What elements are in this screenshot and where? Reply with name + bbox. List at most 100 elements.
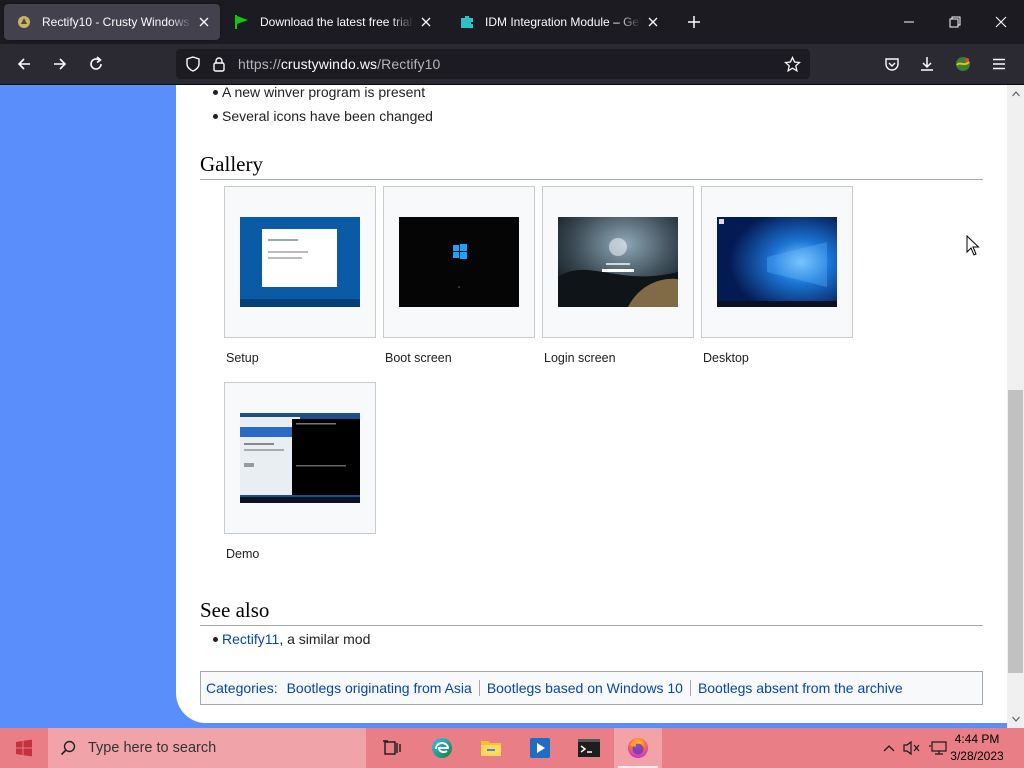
category-link[interactable]: Bootlegs absent from the archive [698,680,903,696]
pocket-icon [885,58,899,71]
navigation-toolbar: https://crustywindo.ws/Rectify10 [0,44,1024,85]
close-tab-icon[interactable] [194,12,214,32]
file-explorer-taskbar-button[interactable] [467,728,515,768]
see-also-heading: See also [200,597,983,626]
download-icon [921,57,933,71]
scroll-up-arrow-icon[interactable] [1007,87,1024,101]
extension-globe-icon [956,57,970,71]
minimize-icon [904,21,914,23]
edge-browser-icon [432,738,452,758]
mouse-pointer-icon [966,235,980,256]
terminal-icon [578,739,600,757]
setup-screenshot-thumbnail[interactable] [240,217,360,307]
category-links-box: Categories: Bootlegs originating from As… [200,671,983,705]
plus-icon [688,16,700,28]
desktop-thumbnail[interactable] [717,217,837,307]
gallery-caption: Setup [226,351,259,365]
edge-taskbar-button[interactable] [418,728,466,768]
puzzle-extension-favicon-icon [459,14,475,30]
scroll-down-arrow-icon[interactable] [1007,712,1024,726]
tracking-protection-shield-icon[interactable] [180,49,206,79]
tab-idm-integration[interactable]: IDM Integration Module – Get this Extens… [447,4,669,40]
task-view-button[interactable] [368,728,416,768]
minimize-button[interactable] [886,0,932,44]
extension-button[interactable] [948,50,978,78]
list-item: Several icons have been changed [211,107,433,131]
start-button[interactable] [0,728,48,768]
gallery-heading: Gallery [200,151,983,180]
gallery-item-setup[interactable] [224,186,376,338]
back-button[interactable] [9,50,39,78]
lock-icon[interactable] [206,49,232,79]
firefox-taskbar-button[interactable] [614,728,662,768]
clock-time: 4:44 PM [954,732,1000,746]
close-tab-icon[interactable] [416,12,436,32]
terminal-taskbar-button[interactable] [565,728,613,768]
gallery-caption: Login screen [544,351,616,365]
firefox-icon [628,738,648,758]
login-screen-thumbnail[interactable] [558,217,678,307]
category-link[interactable]: Bootlegs originating from Asia [287,680,472,696]
close-tab-icon[interactable] [643,12,663,32]
tab-strip: Rectify10 - Crusty Windows Wiki Download… [0,0,1024,44]
close-window-button[interactable] [978,0,1024,44]
gallery-caption: Demo [226,547,260,561]
task-view-icon [383,740,401,755]
search-placeholder: Type here to search [88,740,217,756]
windows-logo-icon [16,739,32,757]
show-hidden-icons-button[interactable] [878,728,900,768]
media-player-taskbar-button[interactable] [516,728,564,768]
clock-date: 3/28/2023 [950,749,1004,763]
scrollbar-thumb[interactable] [1008,390,1023,673]
gallery-caption: Boot screen [385,351,452,365]
url-bar[interactable]: https://crustywindo.ws/Rectify10 [176,49,810,79]
new-tab-button[interactable] [682,10,706,34]
back-arrow-icon [17,58,30,70]
taskbar-search-box[interactable]: Type here to search [48,728,366,768]
tab-title: IDM Integration Module – Get this Extens… [485,15,641,29]
gallery-item-desktop[interactable] [701,186,853,338]
reload-icon [90,56,102,70]
list-item: A new winver program is present [211,85,433,107]
see-also-list: Rectify11, a similar mod [211,630,370,654]
tab-download-trial[interactable]: Download the latest free trial version [222,4,442,40]
gallery-item-demo[interactable] [224,382,376,534]
boot-screen-thumbnail[interactable] [399,217,519,307]
chevron-up-icon [883,745,895,752]
tab-rectify10[interactable]: Rectify10 - Crusty Windows Wiki [4,4,220,40]
pocket-button[interactable] [877,50,907,78]
volume-button[interactable] [900,728,924,768]
categories-label-link[interactable]: Categories: [206,680,278,696]
vertical-scrollbar[interactable] [1007,85,1024,728]
divider [478,680,480,696]
divider [689,680,691,696]
demo-thumbnail[interactable] [240,413,360,503]
gallery-item-boot-screen[interactable] [383,186,535,338]
reload-button[interactable] [81,50,111,78]
article-content: A new winver program is present Several … [176,85,1007,723]
list-item: Rectify11, a similar mod [211,630,370,654]
windows-taskbar: Type here to search 4:44 PM 3/28/2023 [0,728,1024,768]
folder-icon [481,741,501,756]
app-menu-button[interactable] [984,50,1014,78]
rectify11-link[interactable]: Rectify11 [222,631,279,647]
restore-button[interactable] [932,0,978,44]
feature-list: A new winver program is present Several … [211,85,433,131]
speaker-muted-icon [903,740,920,756]
hamburger-menu-icon [993,58,1005,70]
tab-title: Rectify10 - Crusty Windows Wiki [42,15,192,29]
forward-button[interactable] [45,50,75,78]
gallery-item-login-screen[interactable] [542,186,694,338]
url-text: https://crustywindo.ws/Rectify10 [238,56,441,72]
search-icon [48,728,88,768]
category-link[interactable]: Bootlegs based on Windows 10 [487,680,683,696]
web-page-viewport: A new winver program is present Several … [0,85,1024,728]
restore-icon [949,16,961,28]
taskbar-clock[interactable]: 4:44 PM 3/28/2023 [940,731,1014,765]
downloads-button[interactable] [912,50,942,78]
bookmark-star-icon[interactable] [780,52,804,76]
tab-title: Download the latest free trial version [260,15,414,29]
green-flag-favicon-icon [234,14,250,30]
media-player-icon [530,738,550,758]
forward-arrow-icon [54,58,67,70]
